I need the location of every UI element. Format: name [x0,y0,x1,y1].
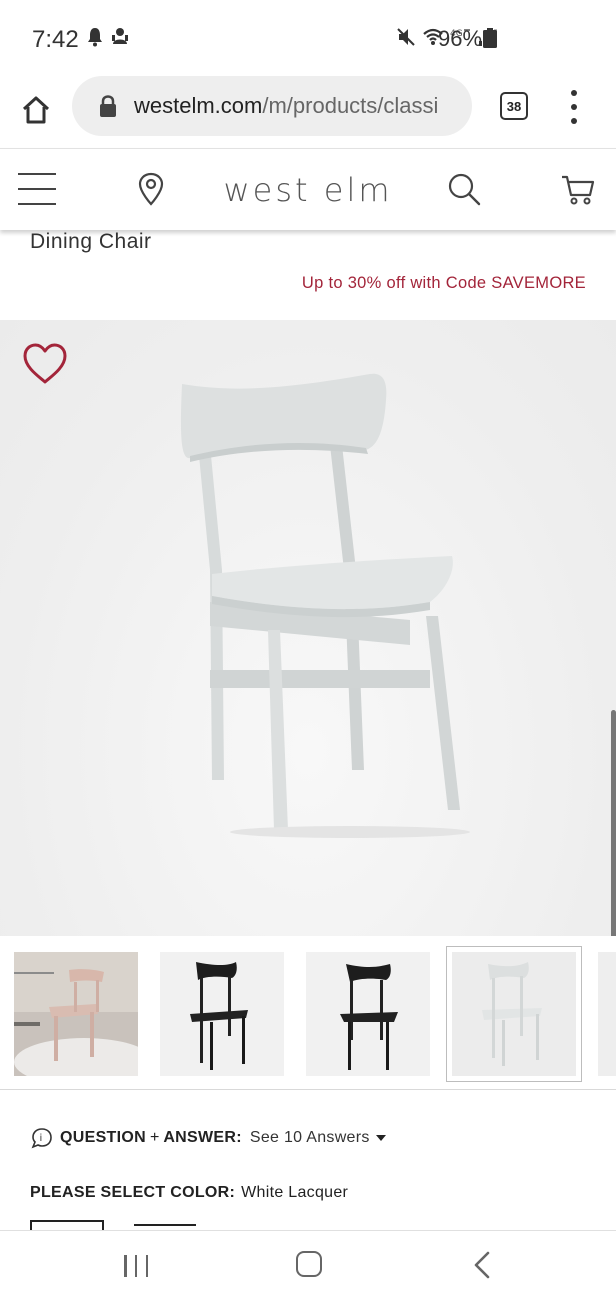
product-hero-image[interactable] [0,320,616,936]
promo-banner[interactable]: Up to 30% off with Code SAVEMORE [302,274,586,293]
more-vert-icon [571,90,577,96]
lock-icon [100,95,116,117]
thumbnail-black-chair[interactable] [160,952,284,1076]
status-icons-left [86,26,130,48]
color-label: PLEASE SELECT COLOR: [30,1184,236,1201]
plus-sign: + [149,1129,160,1146]
home-icon [22,96,50,124]
search-icon[interactable] [446,171,482,207]
thumbnail-image [452,952,576,1076]
back-icon[interactable] [470,1251,494,1279]
browser-home-button[interactable] [16,90,56,130]
recent-apps-icon[interactable] [124,1255,148,1277]
answer-label: ANSWER: [163,1129,242,1146]
divider [0,1089,616,1090]
browser-menu-button[interactable] [566,90,582,124]
chair-image [180,373,470,838]
see-answers-link[interactable]: See 10 Answers [250,1129,370,1147]
android-home-icon[interactable] [296,1251,322,1277]
status-time: 7:42 [32,26,79,53]
thumbnail-image [14,952,138,1076]
url-path: /m/products/classi [262,93,439,118]
product-title: Dining Chair [30,230,152,253]
shopping-cart-icon[interactable] [560,171,596,207]
scroll-indicator [611,710,616,936]
url-text: westelm.com/m/products/classi [134,93,438,119]
color-swatch-selected[interactable] [30,1220,104,1230]
tab-switcher-button[interactable]: 38 [500,92,528,120]
thumbnail-strip [0,944,616,1090]
question-answer-row[interactable]: i QUESTION + ANSWER: See 10 Answers [30,1124,386,1152]
hamburger-menu-icon[interactable] [18,173,56,205]
thumbnail-pink-chair[interactable] [14,952,138,1076]
browser-toolbar: westelm.com/m/products/classi 38 [0,76,616,148]
site-header: west elm [0,148,616,230]
thumbnail-image [160,952,284,1076]
thumbnail-more[interactable] [598,952,616,1076]
notification-bell-icon [88,28,102,47]
battery-percent: 96% [438,26,483,51]
thumbnail-image [306,952,430,1076]
caret-down-icon[interactable] [375,1135,386,1141]
thumbnail-white-chair[interactable] [446,946,582,1082]
heart-icon[interactable] [22,342,68,386]
url-host: westelm.com [134,93,263,118]
question-label: QUESTION [60,1129,146,1146]
android-nav-bar [0,1230,616,1300]
store-locator-icon[interactable] [136,171,166,207]
mute-icon [397,28,415,46]
android-activity-icon [112,28,128,44]
color-select-row: PLEASE SELECT COLOR: White Lacquer [30,1184,348,1202]
thumbnail-image [598,952,616,1076]
color-value: White Lacquer [241,1184,349,1201]
svg-text:i: i [40,1133,43,1144]
address-bar[interactable]: westelm.com/m/products/classi [72,76,472,136]
brand-logo[interactable]: west elm [200,171,416,209]
chat-question-icon: i [31,1128,52,1149]
battery-icon [483,28,497,48]
status-bar: 7:42 4G 96% [0,0,616,76]
thumbnail-black-chair-front[interactable] [306,952,430,1076]
